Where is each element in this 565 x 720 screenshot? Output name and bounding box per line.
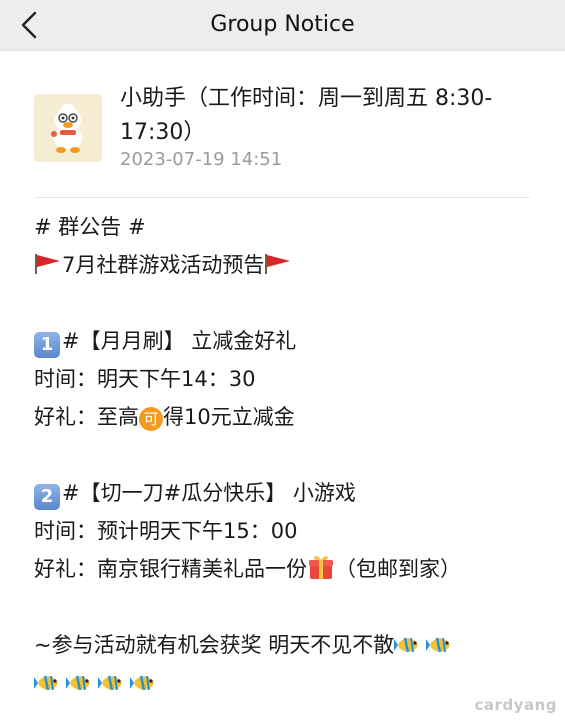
coin-ke-icon: 可 [139, 407, 163, 431]
notice-content: # 群公告 # 7月社群游戏活动预告 1 #【月月刷】 立减金好礼 时间：明天下午… [34, 208, 534, 702]
tropical-fish-icon [130, 675, 154, 691]
avatar[interactable] [34, 94, 102, 162]
sender-name: 小助手（工作时间：周一到周五 8:30-17:30） [120, 86, 493, 145]
event-1-title: #【月月刷】 立减金好礼 [62, 329, 297, 353]
notice-line: 2 #【切一刀#瓜分快乐】 小游戏 [34, 474, 534, 512]
event-2-prize: 好礼：南京银行精美礼品一份 [34, 557, 307, 581]
page-title: Group Notice [210, 12, 355, 37]
tropical-fish-icon [66, 675, 90, 691]
tropical-fish-icon [34, 675, 58, 691]
event-2-title: #【切一刀#瓜分快乐】 小游戏 [62, 481, 356, 505]
event-2-prize-note: （包邮到家） [335, 557, 461, 581]
divider [34, 197, 530, 198]
tropical-fish-icon [98, 675, 122, 691]
keycap-two-icon: 2 [34, 484, 60, 510]
tropical-fish-icon [426, 637, 451, 653]
notice-line: 时间：预计明天下午15：00 [34, 512, 534, 550]
tropical-fish-icon [394, 637, 419, 653]
closing-text: ~参与活动就有机会获奖 明天不见不散 [34, 633, 395, 657]
notice-line: 好礼：至高可得10元立减金 [34, 398, 534, 436]
notice-timestamp: 2023-07-19 14:51 [120, 149, 283, 170]
notice-line: 好礼：南京银行精美礼品一份 （包邮到家） [34, 550, 534, 588]
notice-line: ~参与活动就有机会获奖 明天不见不散 [34, 626, 534, 664]
notice-line: 时间：明天下午14：30 [34, 360, 534, 398]
notice-heading: # 群公告 # [34, 215, 146, 239]
notice-line: 1 #【月月刷】 立减金好礼 [34, 322, 534, 360]
activity-title: 7月社群游戏活动预告 [62, 253, 265, 277]
event-1-prize-suffix: 得10元立减金 [163, 405, 295, 429]
notice-line: 7月社群游戏活动预告 [34, 246, 534, 284]
gift-icon [309, 556, 333, 579]
notice-line: # 群公告 # [34, 208, 534, 246]
event-1-prize-prefix: 好礼：至高 [34, 405, 139, 429]
duck-mascot-icon [34, 94, 102, 162]
red-flag-icon [265, 254, 291, 274]
event-2-time: 时间：预计明天下午15：00 [34, 519, 298, 543]
keycap-one-icon: 1 [34, 332, 60, 358]
red-flag-icon [35, 254, 60, 274]
event-1-time: 时间：明天下午14：30 [34, 367, 256, 391]
nav-bar: Group Notice [0, 0, 565, 51]
watermark: cardyang [474, 696, 557, 714]
notice-line [34, 664, 534, 702]
